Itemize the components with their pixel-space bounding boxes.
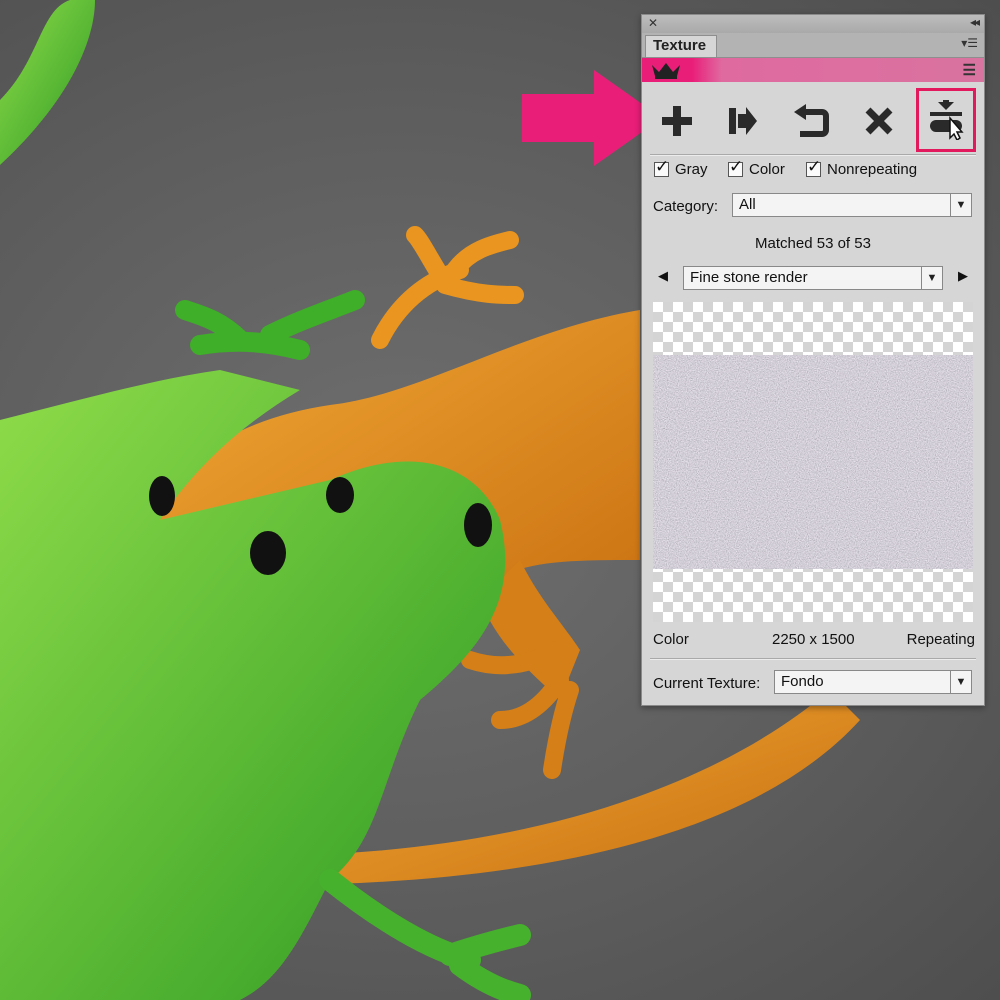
divider — [650, 154, 976, 156]
checkbox-box[interactable] — [806, 157, 821, 177]
crown-icon — [652, 63, 680, 79]
color-checkbox[interactable]: Color — [728, 157, 785, 178]
chevron-down-icon: ▼ — [921, 267, 942, 289]
panel-menu-icon[interactable]: ▾☰ — [961, 36, 978, 50]
texture-type: Color — [653, 631, 689, 648]
brand-menu-icon[interactable]: ☰ — [963, 61, 976, 79]
checkbox-label: Nonrepeating — [827, 161, 918, 178]
checkbox-label: Color — [749, 161, 785, 178]
undo-icon — [794, 104, 829, 137]
checkbox-label: Gray — [675, 161, 708, 178]
current-texture-value: Fondo — [781, 673, 824, 690]
collapse-icon[interactable]: ◂◂ — [970, 15, 980, 29]
texture-dimensions: 2250 x 1500 — [772, 631, 855, 648]
nonrepeating-checkbox[interactable]: Nonrepeating — [806, 157, 918, 178]
texture-value: Fine stone render — [690, 269, 808, 286]
texture-toolbar — [642, 88, 984, 153]
tab-texture[interactable]: Texture — [645, 35, 717, 57]
chevron-down-icon: ▼ — [950, 194, 971, 216]
texture-dropdown[interactable]: Fine stone render ▼ — [683, 266, 943, 290]
gray-checkbox[interactable]: Gray — [654, 157, 708, 178]
plus-icon — [662, 106, 692, 136]
match-count: Matched 53 of 53 — [755, 235, 871, 252]
panel-tabbar: Texture ▾☰ — [642, 33, 984, 58]
stone-texture-image — [653, 355, 973, 569]
previous-texture-arrow[interactable]: ◀ — [658, 268, 668, 284]
revert-texture-button[interactable] — [784, 93, 838, 149]
filter-checkboxes: Gray Color Nonrepeating — [654, 157, 984, 185]
chevron-down-icon: ▼ — [950, 671, 971, 693]
next-texture-arrow[interactable]: ▶ — [958, 268, 968, 284]
divider — [650, 658, 976, 660]
apply-texture-button[interactable] — [916, 88, 976, 152]
current-texture-label: Current Texture: — [653, 675, 761, 692]
add-texture-button[interactable] — [650, 93, 704, 149]
category-dropdown[interactable]: All ▼ — [732, 193, 972, 217]
close-icon[interactable]: ✕ — [648, 16, 658, 30]
add-to-texture-button[interactable] — [716, 93, 770, 149]
checkbox-box[interactable] — [728, 157, 743, 177]
category-label: Category: — [653, 198, 719, 215]
texture-info: Color 2250 x 1500 Repeating — [653, 631, 975, 651]
delete-texture-button[interactable] — [852, 93, 906, 149]
checkbox-box[interactable] — [654, 157, 669, 177]
category-value: All — [739, 196, 756, 213]
apply-texture-icon — [930, 100, 964, 140]
brand-bar: ☰ — [642, 58, 984, 82]
texture-tiling: Repeating — [906, 631, 975, 648]
add-to-icon — [729, 107, 757, 135]
panel-titlebar: ✕ ◂◂ — [642, 15, 984, 34]
current-texture-dropdown[interactable]: Fondo ▼ — [774, 670, 972, 694]
texture-panel: ✕ ◂◂ Texture ▾☰ ☰ ✓ Gray ✓ Color ✓ Nonre… — [641, 14, 985, 706]
delete-icon — [865, 107, 893, 135]
texture-preview — [653, 302, 973, 622]
